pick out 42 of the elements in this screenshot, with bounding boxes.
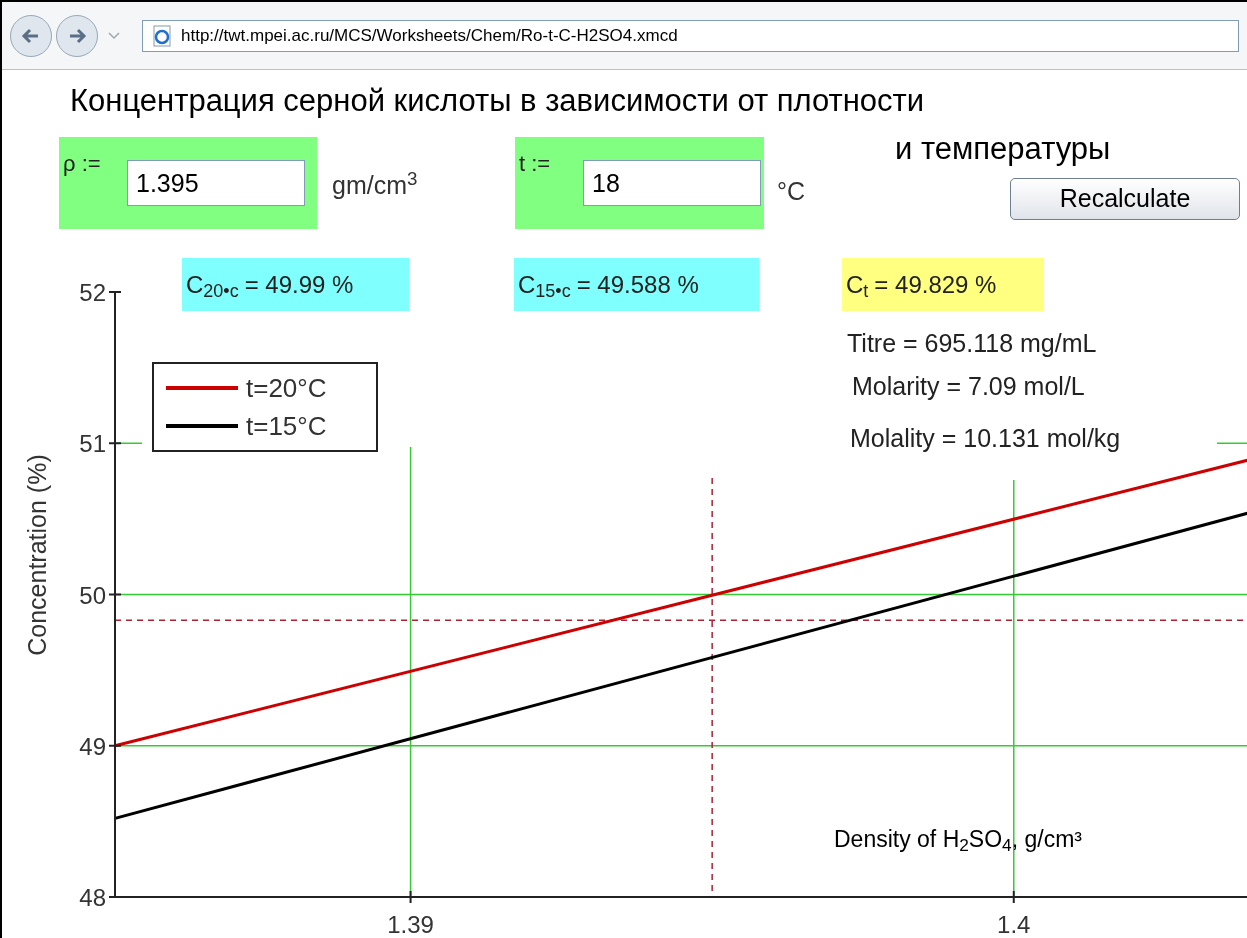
result-value: = 49.588 % (576, 269, 699, 300)
variable-label: ρ := (63, 150, 101, 178)
result-symbol: C$_{t}$ (846, 269, 869, 303)
y-tick-label: 52 (79, 279, 106, 306)
address-text: http://twt.mpei.ac.ru/MCS/Worksheets/Chem/Ro-t-C-H2SO4.xmcd (181, 24, 678, 47)
result-symbol: C$_{15•c}$ (518, 269, 571, 303)
variable-label: t := (519, 150, 551, 178)
y-tick-label: 49 (79, 732, 106, 760)
back-button[interactable] (10, 14, 52, 57)
y-axis-title: Concentration (%) (22, 453, 52, 658)
unit-label: °C (777, 176, 806, 207)
page-icon (151, 24, 173, 47)
y-tick-label: 48 (79, 884, 106, 911)
title-text: Концентрация серной кислоты в зависимости от плотности (70, 82, 925, 120)
result-value: = 49.99 % (244, 269, 354, 300)
unit-label: gm/cm$^{3}$ (332, 167, 418, 201)
title-text: и температуры (895, 130, 1111, 168)
result-text: Titre = 695.118 mg/mL (847, 328, 1097, 359)
tick-mark (409, 890, 412, 904)
legend-label: t=20°C (246, 372, 327, 405)
tick-mark (108, 442, 122, 445)
caret-icon (108, 31, 120, 40)
value-input[interactable]: 18 (583, 160, 761, 206)
recalculate-button[interactable]: Recalculate (1010, 178, 1240, 220)
legend-label: t=15°C (246, 410, 327, 443)
result-symbol: C$_{20•c}$ (186, 269, 239, 303)
value-input[interactable]: 1.395 (127, 160, 305, 206)
x-axis-title: Density of H$_{2}$SO$_{4}$, g/cm³ (834, 825, 1082, 857)
y-tick-label: 50 (79, 581, 106, 609)
y-tick-label: 51 (79, 430, 106, 458)
grid-line (1216, 442, 1247, 444)
tick-mark (108, 593, 122, 596)
result-text: Molarity = 7.09 mol/L (852, 371, 1085, 402)
x-tick-label: 1.4 (997, 911, 1031, 938)
address-field[interactable]: http://twt.mpei.ac.ru/MCS/Worksheets/Chem/Ro-t-C-H2SO4.xmcd (142, 19, 1239, 52)
result-text: Molality = 10.131 mol/kg (850, 423, 1121, 454)
tick-mark (1012, 890, 1015, 904)
result-value: = 49.829 % (874, 269, 997, 300)
forward-button[interactable] (56, 14, 98, 57)
tick-mark (108, 744, 122, 747)
x-tick-label: 1.39 (387, 911, 434, 938)
tick-mark (108, 291, 122, 293)
